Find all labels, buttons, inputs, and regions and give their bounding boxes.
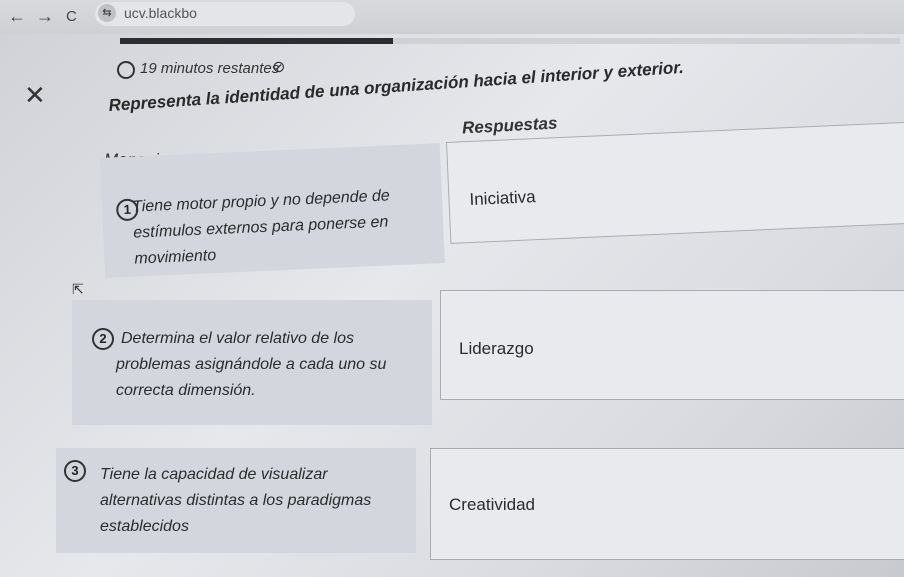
time-progress-bar xyxy=(120,38,900,44)
browser-toolbar: ← → C ⇆ ucv.blackbo xyxy=(0,0,904,34)
time-progress-fill xyxy=(120,38,393,44)
url-text[interactable]: ucv.blackbo xyxy=(124,5,197,21)
reload-icon[interactable]: C xyxy=(66,8,77,25)
answer-text-1: Iniciativa xyxy=(469,187,537,210)
answers-header: Respuestas xyxy=(461,113,558,138)
hide-timer-icon[interactable]: ⊘ xyxy=(272,57,285,77)
back-arrow-icon[interactable]: ← xyxy=(8,6,26,27)
message-text-2: Determina el valor relativo de los probl… xyxy=(116,330,387,399)
answer-box-3[interactable]: Creatividad xyxy=(430,448,904,560)
mouse-pointer-icon: ⇱ xyxy=(72,281,84,297)
answer-box-1[interactable]: Iniciativa xyxy=(446,121,904,244)
time-remaining: 19 minutos restantes xyxy=(140,60,280,77)
message-card-1[interactable]: 1 Tiene motor propio y no depende de est… xyxy=(100,143,445,278)
message-text-3: Tiene la capacidad de visualizar alterna… xyxy=(100,466,372,535)
answer-text-3: Creatividad xyxy=(449,495,535,514)
site-settings-icon[interactable]: ⇆ xyxy=(98,4,116,22)
close-icon[interactable]: ✕ xyxy=(24,80,46,111)
answer-box-2[interactable]: Liderazgo xyxy=(440,290,904,400)
message-text-1: Tiene motor propio y no depende de estím… xyxy=(131,187,391,268)
message-number-3: 3 xyxy=(64,460,86,482)
message-number-2: 2 xyxy=(92,328,114,350)
forward-arrow-icon[interactable]: → xyxy=(36,6,54,27)
timer-icon xyxy=(117,61,135,79)
message-card-3[interactable]: 3 Tiene la capacidad de visualizar alter… xyxy=(56,448,416,553)
message-card-2[interactable]: 2 Determina el valor relativo de los pro… xyxy=(72,300,432,425)
answer-text-2: Liderazgo xyxy=(459,339,534,358)
